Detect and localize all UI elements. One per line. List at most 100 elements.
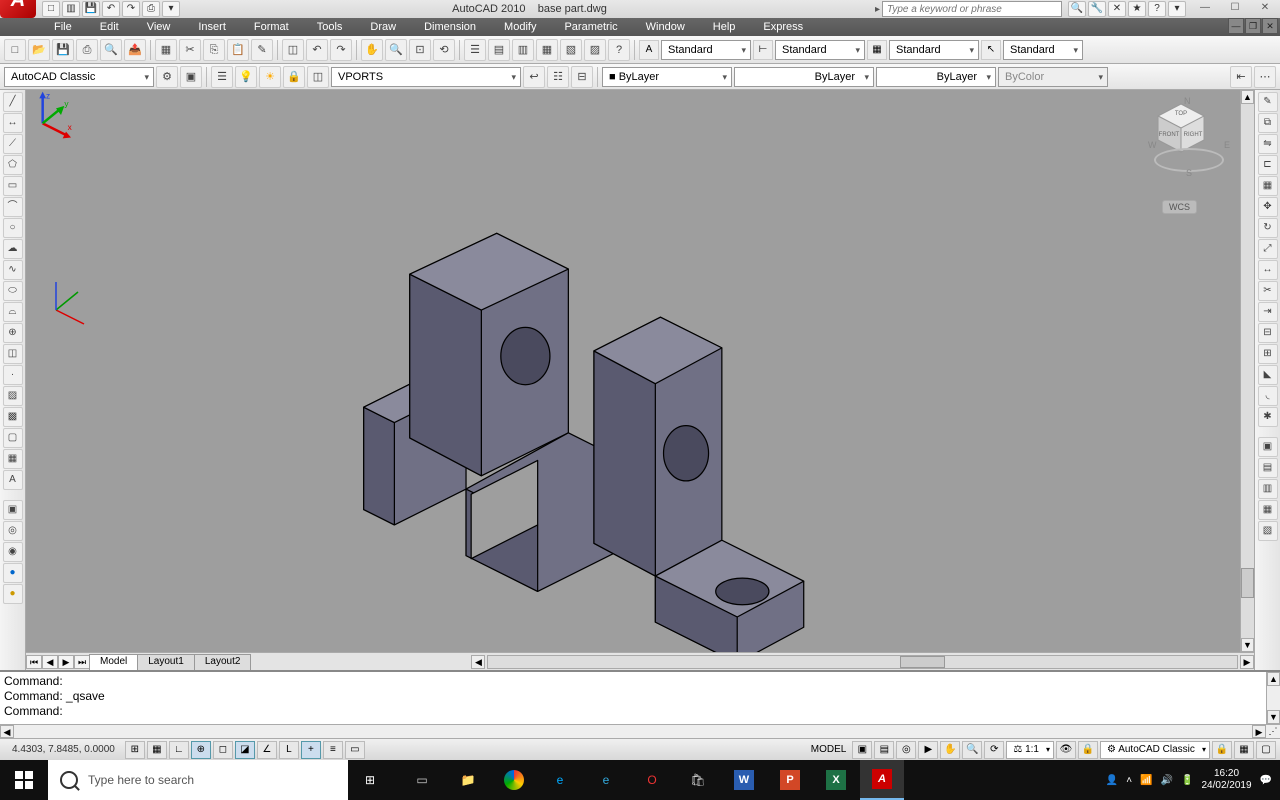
taskbar-store-icon[interactable]: 🛍	[676, 760, 720, 800]
menu-help[interactable]: Help	[699, 21, 750, 33]
3dosnap-toggle[interactable]: ◪	[235, 741, 255, 759]
osnap-toggle[interactable]: ◻	[213, 741, 233, 759]
explode-icon[interactable]: ✱	[1258, 407, 1278, 427]
orbit-icon[interactable]: ⟳	[984, 741, 1004, 759]
taskbar-chrome-icon[interactable]	[492, 760, 536, 800]
tray-up-icon[interactable]: ˄	[1126, 775, 1132, 786]
workspace-dropdown[interactable]: AutoCAD Classic	[4, 67, 154, 87]
navrow-more-icon[interactable]: ⋯	[1254, 66, 1276, 88]
cmd-scroll-down-button[interactable]: ▼	[1267, 710, 1280, 724]
gradient-icon[interactable]: ▩	[3, 407, 23, 427]
anno-scale-dropdown[interactable]: ⚖ 1:1	[1006, 741, 1054, 759]
menu-modify[interactable]: Modify	[490, 21, 550, 33]
anno-auto-icon[interactable]: 🔒	[1078, 741, 1098, 759]
table-icon[interactable]: ▦	[3, 449, 23, 469]
rectangle-icon[interactable]: ▭	[3, 176, 23, 196]
infocenter-dropdown-icon[interactable]: ▾	[1168, 1, 1186, 17]
wcs-label[interactable]: WCS	[1162, 200, 1197, 214]
publish-icon[interactable]: 📤	[124, 39, 146, 61]
favorite-icon[interactable]: ★	[1128, 1, 1146, 17]
quickview-layouts-icon[interactable]: ▣	[852, 741, 872, 759]
line-icon[interactable]: ╱	[3, 92, 23, 112]
help-search-input[interactable]	[882, 1, 1062, 17]
workspace-switcher[interactable]: ⚙ AutoCAD Classic	[1100, 741, 1210, 759]
zoom-window-icon[interactable]: ⊡	[409, 39, 431, 61]
pan2-icon[interactable]: ✋	[940, 741, 960, 759]
paste-icon[interactable]: 📋	[227, 39, 249, 61]
ellipsearc-icon[interactable]: ⌓	[3, 302, 23, 322]
redo-icon[interactable]: ↷	[330, 39, 352, 61]
quickcalc-icon[interactable]: ▨	[584, 39, 606, 61]
toolbar-lock-icon[interactable]: 🔒	[1212, 741, 1232, 759]
zoom-realtime-icon[interactable]: 🔍	[385, 39, 407, 61]
vscroll-down-button[interactable]: ▼	[1241, 638, 1254, 652]
navrow-expand-icon[interactable]: ⇤	[1230, 66, 1252, 88]
rextra1-icon[interactable]: ▣	[1258, 437, 1278, 457]
menu-insert[interactable]: Insert	[184, 21, 240, 33]
view-cube[interactable]: TOP FRONT RIGHT N S W E WCS	[1154, 100, 1224, 200]
hscroll-left-button[interactable]: ◀	[471, 655, 485, 669]
mdi-restore-button[interactable]: ❐	[1245, 18, 1261, 34]
subscription-icon[interactable]: 🔧	[1088, 1, 1106, 17]
lineweight-dropdown[interactable]: ByLayer	[876, 67, 996, 87]
undo-icon[interactable]: ↶	[306, 39, 328, 61]
layer-color-icon[interactable]: ◫	[307, 66, 329, 88]
mdi-minimize-button[interactable]: —	[1228, 18, 1244, 34]
mtext-icon[interactable]: A	[3, 470, 23, 490]
vports-field[interactable]: VPORTS	[331, 67, 521, 87]
layer-previous-icon[interactable]: ↩	[523, 66, 545, 88]
move-icon[interactable]: ✥	[1258, 197, 1278, 217]
copy-icon[interactable]: ⎘	[203, 39, 225, 61]
menu-parametric[interactable]: Parametric	[550, 21, 631, 33]
construction-line-icon[interactable]: ↔	[3, 113, 23, 133]
hscroll-thumb[interactable]	[900, 656, 945, 668]
extra3-icon[interactable]: ●	[3, 563, 23, 583]
rextra5-icon[interactable]: ▧	[1258, 521, 1278, 541]
scale-icon[interactable]: ⤢	[1258, 239, 1278, 259]
taskbar-ie-icon[interactable]: e	[584, 760, 628, 800]
tray-clock[interactable]: 16:20 24/02/2019	[1201, 768, 1251, 792]
taskbar-edge-icon[interactable]: e	[538, 760, 582, 800]
revcloud-icon[interactable]: ☁	[3, 239, 23, 259]
offset-icon[interactable]: ⊏	[1258, 155, 1278, 175]
app-menu-button[interactable]: A	[0, 0, 36, 18]
qat-open-icon[interactable]: ▥	[62, 1, 80, 17]
pan-icon[interactable]: ✋	[361, 39, 383, 61]
qat-print-icon[interactable]: ⎙	[142, 1, 160, 17]
menu-express[interactable]: Express	[749, 21, 817, 33]
workspace-settings-icon[interactable]: ⚙	[156, 66, 178, 88]
quickview-drawings-icon[interactable]: ▤	[874, 741, 894, 759]
hscroll-right-button[interactable]: ▶	[1240, 655, 1254, 669]
tab-last-button[interactable]: ⏭	[74, 655, 90, 669]
tab-next-button[interactable]: ▶	[58, 655, 74, 669]
polar-toggle[interactable]: ⊕	[191, 741, 211, 759]
lwt-toggle[interactable]: ≡	[323, 741, 343, 759]
trim-icon[interactable]: ✂	[1258, 281, 1278, 301]
tray-volume-icon[interactable]: 🔊	[1161, 775, 1173, 786]
hardware-accel-icon[interactable]: ▦	[1234, 741, 1254, 759]
rextra4-icon[interactable]: ▦	[1258, 500, 1278, 520]
plot-icon[interactable]: ⎙	[76, 39, 98, 61]
chamfer-icon[interactable]: ◣	[1258, 365, 1278, 385]
dim-style-dropdown[interactable]: Standard	[775, 40, 865, 60]
tab-layout2[interactable]: Layout2	[194, 654, 252, 670]
taskbar-powerpoint-icon[interactable]: P	[768, 760, 812, 800]
tablestyle-icon[interactable]: ▦	[867, 40, 887, 60]
showmotion-icon[interactable]: ▶	[918, 741, 938, 759]
extra2-icon[interactable]: ◉	[3, 542, 23, 562]
coords-readout[interactable]: 4.4303, 7.8485, 0.0000	[4, 744, 123, 755]
save-icon[interactable]: 💾	[52, 39, 74, 61]
spline-icon[interactable]: ∿	[3, 260, 23, 280]
tab-first-button[interactable]: ⏮	[26, 655, 42, 669]
extend-icon[interactable]: ⇥	[1258, 302, 1278, 322]
menu-view[interactable]: View	[133, 21, 185, 33]
layer-state-icon[interactable]: ☷	[547, 66, 569, 88]
menu-window[interactable]: Window	[632, 21, 699, 33]
make-block-icon[interactable]: ◫	[3, 344, 23, 364]
close-button[interactable]: ✕	[1250, 1, 1280, 17]
qat-redo-icon[interactable]: ↷	[122, 1, 140, 17]
tray-people-icon[interactable]: 👤	[1106, 775, 1118, 786]
break-icon[interactable]: ⊟	[1258, 323, 1278, 343]
array-icon[interactable]: ▦	[1258, 176, 1278, 196]
command-window[interactable]: Command: Command: _qsave Command: ▲ ▼	[0, 670, 1280, 724]
